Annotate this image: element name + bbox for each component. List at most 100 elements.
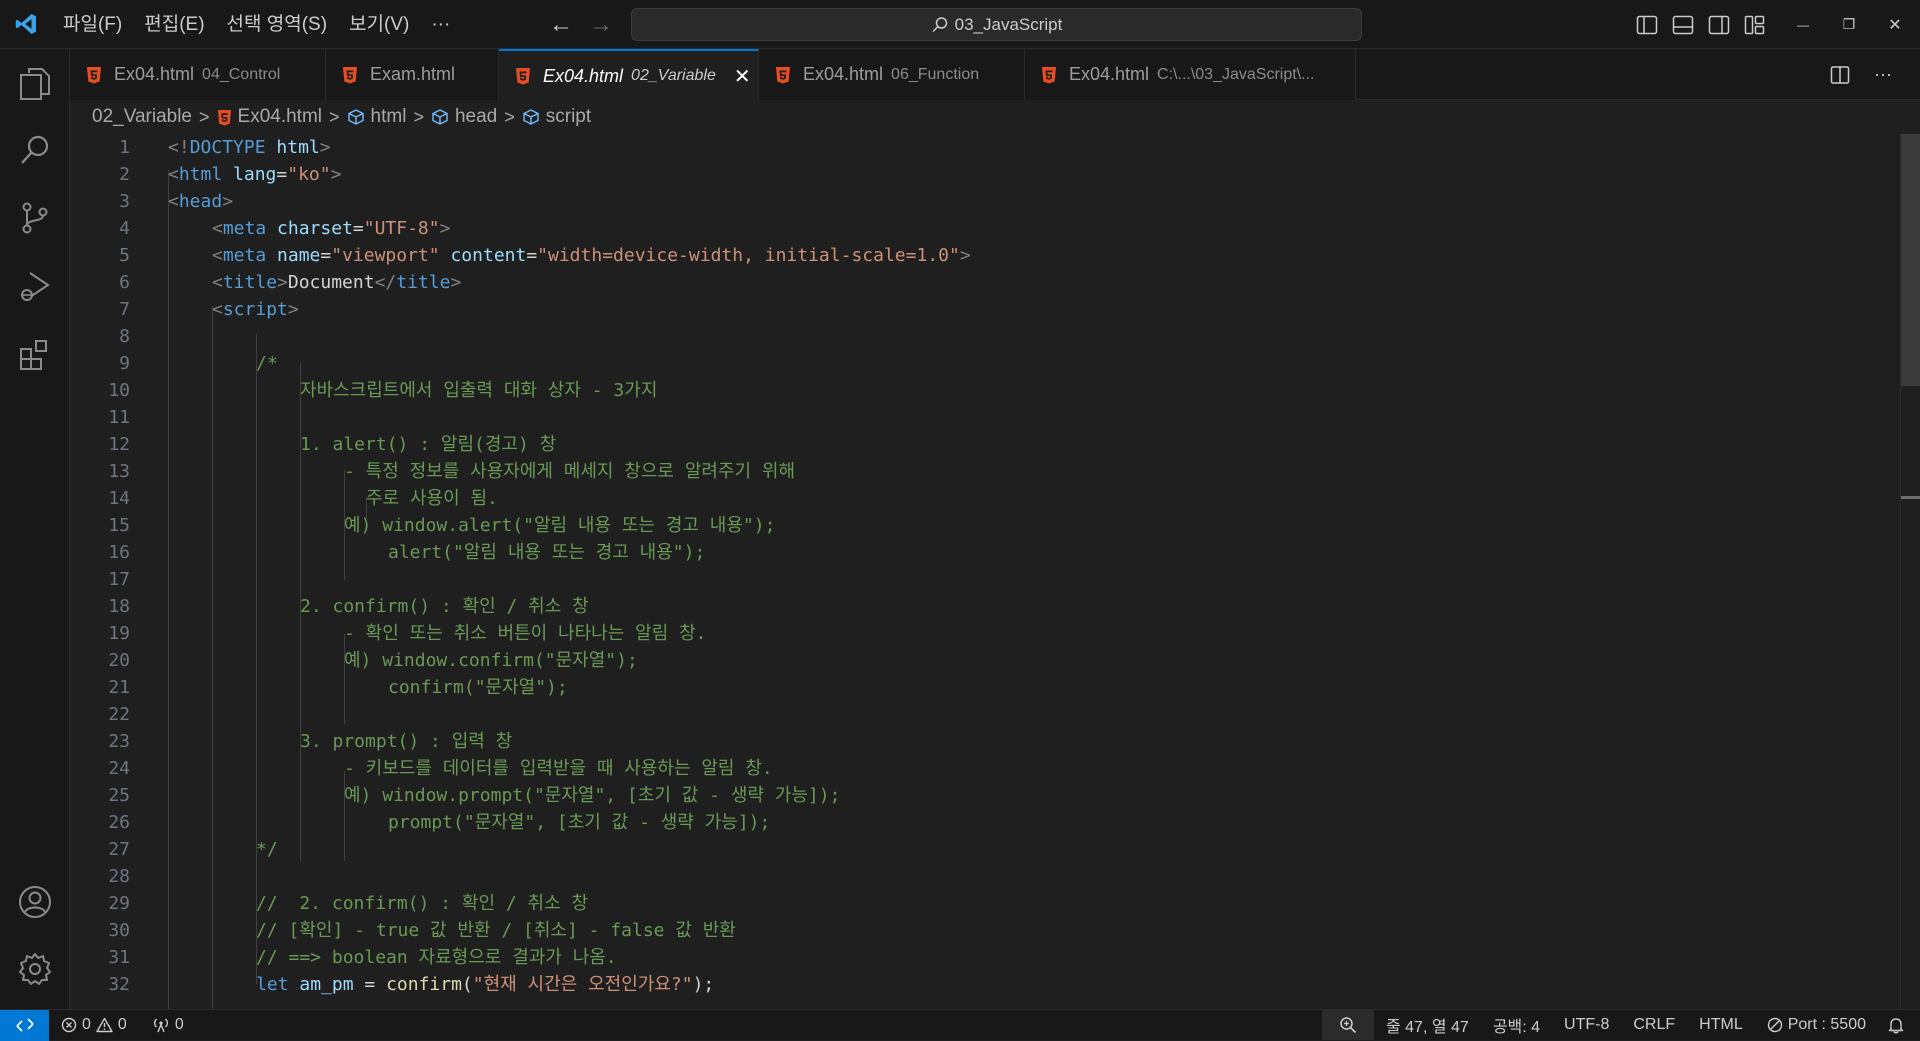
tab-description: 06_Function — [891, 65, 980, 83]
tab-label: Ex04.html — [543, 65, 624, 86]
menu-more[interactable]: ··· — [420, 0, 461, 49]
symbol-element-icon — [432, 109, 448, 125]
code-line: 11 — [70, 404, 1900, 431]
line-number: 17 — [108, 569, 130, 590]
broadcast-icon — [153, 1018, 168, 1033]
navigation-arrows: ← → — [548, 0, 614, 49]
title-bar: 파일(F) 편집(E) 선택 영역(S) 보기(V) ··· ← → 03_Ja… — [0, 0, 1920, 49]
indentation[interactable]: 공백: 4 — [1481, 1010, 1552, 1041]
manage-gear-icon[interactable] — [0, 936, 70, 1002]
code-editor[interactable]: 1 <!DOCTYPE html> 2 <html lang="ko"> 3 <hea… — [70, 134, 1900, 1009]
breadcrumb-label: Ex04.html — [237, 106, 323, 127]
toggle-primary-sidebar-icon[interactable] — [1636, 15, 1658, 35]
tab-ex04-javascript[interactable]: Ex04.html C:\...\03_JavaScript\... — [1025, 49, 1356, 100]
more-actions-icon[interactable]: ··· — [1874, 64, 1892, 85]
tab-label: Exam.html — [370, 64, 456, 84]
symbol-element-icon — [347, 109, 364, 125]
search-icon[interactable] — [0, 117, 70, 183]
vscode-logo-icon[interactable] — [0, 0, 52, 49]
ports-indicator[interactable]: 0 — [136, 1010, 193, 1041]
customize-layout-icon[interactable] — [1744, 15, 1766, 35]
menu-selection[interactable]: 선택 영역(S) — [216, 0, 339, 49]
code-line: 13- 특정 정보를 사용자에게 메세지 창으로 알려주기 위해 — [70, 458, 1900, 485]
layout-controls — [1636, 0, 1766, 49]
tab-exam[interactable]: Exam.html — [326, 49, 499, 100]
line-number: 29 — [108, 893, 130, 914]
split-editor-icon[interactable] — [1830, 65, 1850, 85]
accounts-icon[interactable] — [0, 869, 70, 935]
language-mode[interactable]: HTML — [1687, 1010, 1755, 1041]
restore-button[interactable]: ❐ — [1826, 16, 1872, 33]
code-line: 7 <script> — [70, 296, 1900, 323]
html-file-icon — [217, 109, 231, 125]
scrollbar-thumb[interactable] — [1901, 134, 1920, 386]
toggle-secondary-sidebar-icon[interactable] — [1708, 15, 1730, 35]
tab-close-icon[interactable]: ✕ — [734, 64, 751, 89]
html-file-icon — [1042, 66, 1056, 83]
tab-label: Ex04.html — [803, 64, 884, 84]
forward-arrow-icon[interactable]: → — [588, 11, 614, 39]
breadcrumb-file[interactable]: Ex04.html — [217, 106, 322, 128]
line-number: 18 — [108, 596, 130, 617]
line-number: 11 — [108, 407, 130, 428]
breadcrumb-head[interactable]: head — [431, 106, 497, 128]
editor-vertical-scrollbar[interactable] — [1900, 134, 1920, 1009]
source-control-icon[interactable] — [0, 185, 70, 251]
code-line: 8 — [70, 323, 1900, 350]
toggle-panel-icon[interactable] — [1672, 15, 1694, 35]
live-server-port[interactable]: Port : 5500 — [1755, 1010, 1878, 1041]
line-number: 16 — [108, 542, 130, 563]
line-number: 5 — [119, 245, 130, 266]
window-controls: — ❐ ✕ — [1780, 0, 1918, 49]
cursor-position-marker — [1901, 496, 1920, 499]
tab-ex04-variable-active[interactable]: Ex04.html 02_Variable ✕ — [499, 49, 759, 101]
breadcrumb-separator: > — [413, 106, 424, 127]
code-line: 26 prompt("문자열", [초기 값 - 생략 가능]); — [70, 809, 1900, 836]
tab-ex04-function[interactable]: Ex04.html 06_Function — [759, 49, 1025, 100]
zoom-button[interactable] — [1321, 1010, 1374, 1040]
code-line: 12 1. alert() : 알림(경고) 창 — [70, 431, 1900, 458]
run-and-debug-icon[interactable] — [0, 253, 70, 319]
tab-ex04-control[interactable]: Ex04.html 04_Control — [70, 49, 326, 100]
code-line: 25 예) window.prompt("문자열", [초기 값 - 생략 가능]… — [70, 782, 1900, 809]
breadcrumb-html[interactable]: html — [347, 106, 406, 128]
menu-file[interactable]: 파일(F) — [52, 0, 133, 49]
close-window-button[interactable]: ✕ — [1872, 15, 1918, 35]
code-line: 15 예) window.alert("알림 내용 또는 경고 내용"); — [70, 512, 1900, 539]
minimize-button[interactable]: — — [1780, 18, 1826, 32]
code-line: 20 예) window.confirm("문자열"); — [70, 647, 1900, 674]
code-line: 30// [확인] - true 값 반환 / [취소] - false 값 반… — [70, 917, 1900, 944]
extensions-icon[interactable] — [0, 321, 70, 387]
line-number: 6 — [119, 272, 130, 293]
remote-indicator-icon[interactable] — [0, 1009, 49, 1041]
breadcrumb-script[interactable]: script — [522, 106, 591, 128]
file-encoding[interactable]: UTF-8 — [1552, 1010, 1621, 1041]
code-line: 5 <meta name="viewport" content="width=de… — [70, 242, 1900, 269]
back-arrow-icon[interactable]: ← — [548, 11, 574, 39]
explorer-icon[interactable] — [0, 50, 70, 116]
line-number: 23 — [108, 731, 130, 752]
breadcrumb-separator: > — [329, 106, 340, 127]
breadcrumb-separator: > — [199, 106, 210, 127]
code-line: 6 <title>Document</title> — [70, 269, 1900, 296]
line-number: 4 — [119, 218, 130, 239]
notifications-bell-icon[interactable] — [1878, 1010, 1920, 1041]
menu-view[interactable]: 보기(V) — [338, 0, 420, 49]
line-number: 22 — [108, 704, 130, 725]
end-of-line[interactable]: CRLF — [1621, 1010, 1687, 1041]
problems-indicator[interactable]: 0 0 — [49, 1010, 136, 1041]
activity-bar — [0, 49, 70, 1009]
cursor-position[interactable]: 줄 47, 열 47 — [1374, 1010, 1481, 1041]
menu-edit[interactable]: 편집(E) — [133, 0, 215, 49]
line-number: 12 — [108, 434, 130, 455]
line-number: 13 — [108, 461, 130, 482]
command-center-search[interactable]: 03_JavaScript — [631, 8, 1362, 41]
breadcrumb-folder[interactable]: 02_Variable — [92, 106, 192, 128]
line-number: 10 — [108, 380, 130, 401]
line-number: 7 — [119, 299, 130, 320]
error-icon — [61, 1017, 77, 1033]
code-line: 19- 확인 또는 취소 버튼이 나타나는 알림 창. — [70, 620, 1900, 647]
code-line: 28 — [70, 863, 1900, 890]
line-number: 1 — [119, 137, 130, 158]
code-line: 16 alert("알림 내용 또는 경고 내용"); — [70, 539, 1900, 566]
